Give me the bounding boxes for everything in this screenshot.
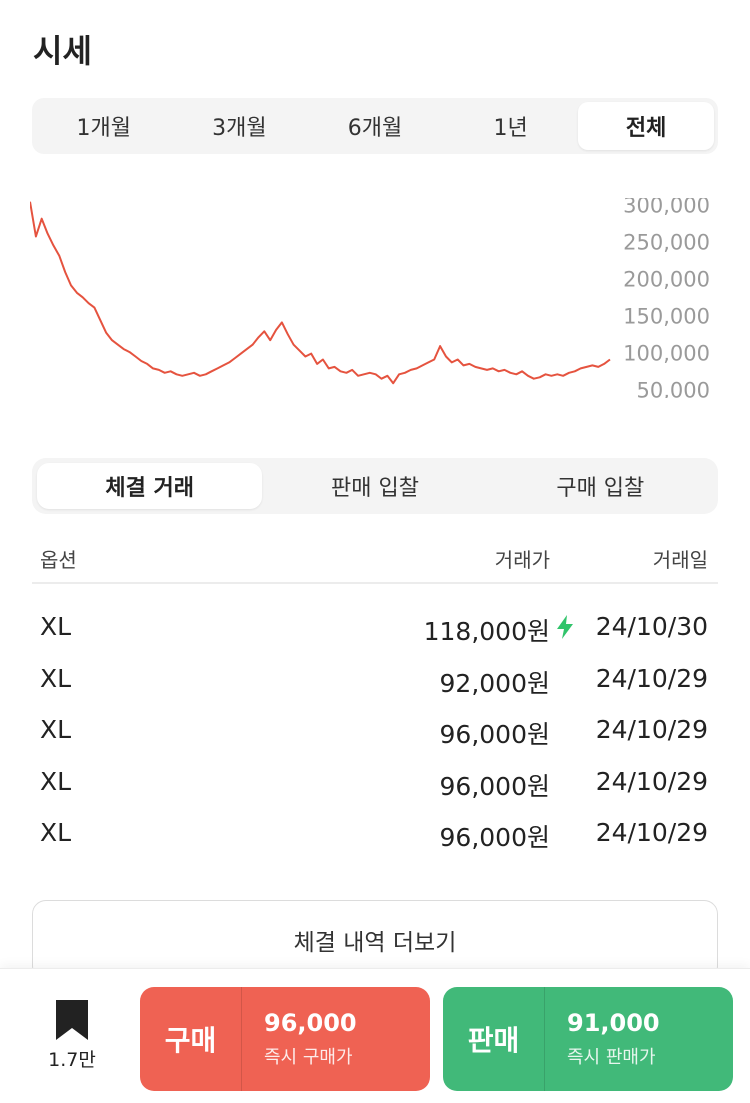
tab-sell-bids[interactable]: 판매 입찰 <box>262 463 487 509</box>
bottom-action-bar: 1.7만 구매 96,000 즉시 구매가 판매 91,000 즉시 판매가 <box>0 968 750 1103</box>
table-row: XL 96,000원 24/10/29 <box>32 808 718 860</box>
tab-concluded-trades[interactable]: 체결 거래 <box>37 463 263 509</box>
row-price: 92,000원 <box>439 668 550 698</box>
page-title: 시세 <box>33 32 92 70</box>
bookmark-count: 1.7만 <box>48 1049 96 1071</box>
row-option: XL <box>40 715 72 744</box>
trade-table-header: 옵션 거래가 거래일 <box>32 536 718 584</box>
row-price: 118,000원 <box>423 617 550 646</box>
trade-tabs: 체결 거래 판매 입찰 구매 입찰 <box>32 458 718 514</box>
row-date: 24/10/30 <box>595 612 708 641</box>
tab-3-months[interactable]: 3개월 <box>172 102 308 150</box>
bookmark-button[interactable]: 1.7만 <box>40 999 104 1079</box>
row-price: 96,000원 <box>439 720 550 749</box>
tab-6-months[interactable]: 6개월 <box>307 102 443 150</box>
row-option: XL <box>40 612 72 641</box>
tab-1-month[interactable]: 1개월 <box>36 102 172 150</box>
y-tick-label: 100,000 <box>623 342 710 366</box>
buy-label: 구매 <box>140 987 242 1091</box>
price-series-line <box>30 201 611 385</box>
sell-button[interactable]: 판매 91,000 즉시 판매가 <box>443 987 733 1091</box>
table-row: XL 96,000원 24/10/29 <box>32 705 718 757</box>
row-date: 24/10/29 <box>595 766 708 796</box>
price-chart[interactable]: 300,000 250,000 200,000 150,000 100,000 50,00… <box>30 198 720 398</box>
row-option: XL <box>40 766 72 796</box>
buy-sub-label: 즉시 구매가 <box>264 1047 353 1068</box>
tab-buy-bids[interactable]: 구매 입찰 <box>488 463 713 509</box>
lightning-icon <box>557 615 573 639</box>
header-option: 옵션 <box>40 548 77 572</box>
y-tick-label: 250,000 <box>623 230 710 254</box>
row-option: XL <box>40 818 72 847</box>
row-date: 24/10/29 <box>595 818 708 847</box>
tab-all[interactable]: 전체 <box>578 102 714 150</box>
row-price: 96,000원 <box>439 823 550 852</box>
header-price: 거래가 <box>494 548 550 572</box>
period-tabs: 1개월 3개월 6개월 1년 전체 <box>32 98 718 154</box>
row-option: XL <box>40 663 72 693</box>
y-tick-label: 300,000 <box>623 198 710 217</box>
table-row: XL 118,000원 24/10/30 <box>32 602 718 654</box>
sell-sub-label: 즉시 판매가 <box>567 1047 656 1068</box>
sell-price: 91,000 <box>567 1009 660 1037</box>
table-row: XL 96,000원 24/10/29 <box>32 757 718 809</box>
buy-price: 96,000 <box>264 1009 357 1037</box>
y-tick-label: 150,000 <box>623 305 710 329</box>
y-tick-label: 50,000 <box>637 379 710 398</box>
header-date: 거래일 <box>652 548 708 572</box>
y-tick-label: 200,000 <box>623 267 710 291</box>
bookmark-icon <box>56 1000 88 1040</box>
table-row: XL 92,000원 24/10/29 <box>32 654 718 706</box>
row-date: 24/10/29 <box>595 715 708 744</box>
row-date: 24/10/29 <box>595 663 708 693</box>
trade-table-rows: XL 118,000원 24/10/30 XL 92,000원 24/10/29… <box>32 602 718 860</box>
sell-label: 판매 <box>443 987 545 1091</box>
tab-1-year[interactable]: 1년 <box>443 102 579 150</box>
row-price: 96,000원 <box>439 771 550 801</box>
buy-button[interactable]: 구매 96,000 즉시 구매가 <box>140 987 430 1091</box>
